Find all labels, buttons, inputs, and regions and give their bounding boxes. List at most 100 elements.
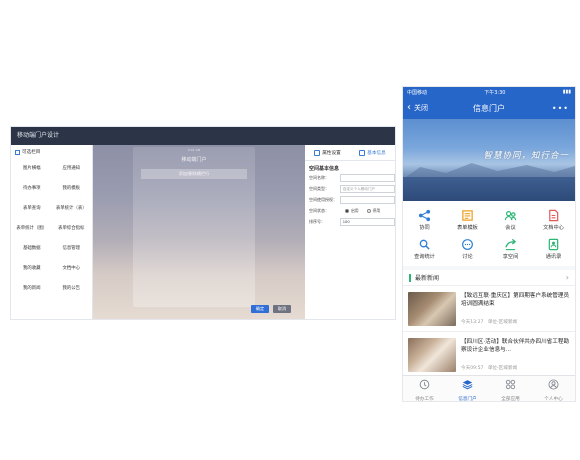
column-grid: 图片横幅 应用通知 待办事项 我的模板 表单查询 表单统计（表） 表单统计（图） 表单综合指标… xyxy=(11,155,92,295)
tab-apps[interactable]: 全部应用 xyxy=(489,376,532,401)
column-option[interactable]: 表单统计（图） xyxy=(13,223,51,235)
phone-status-bar: 中国移动 下午3:30 ▮▮▮ xyxy=(403,87,575,97)
portal-icon xyxy=(462,375,473,394)
tab-label: 信息门户 xyxy=(458,397,477,402)
document-icon xyxy=(547,208,561,222)
app-tile[interactable]: 文档中心 xyxy=(532,208,575,231)
battery-icon: ▮▮▮ xyxy=(562,89,571,95)
space-type-select[interactable]: 自定义个人移动门户 xyxy=(339,184,395,193)
auth-row: 空间使用授权： xyxy=(305,194,395,205)
column-option[interactable]: 表单统计（表） xyxy=(53,203,91,215)
app-tile[interactable]: 通讯录 xyxy=(532,237,575,260)
chevron-left-icon: ‹ xyxy=(407,102,411,113)
confirm-button[interactable]: 确定 xyxy=(251,305,269,313)
news-item[interactable]: 【致远互联·重庆区】第四期客户系统管理员培训圆满结束 今天13:27 单位-区域… xyxy=(403,286,575,332)
type-row: 空间类型： 自定义个人移动门户 xyxy=(305,183,395,194)
column-option[interactable]: 表单查询 xyxy=(13,203,51,215)
news-meta: 今天13:27 单位-区域新闻 xyxy=(461,319,570,325)
app-tile[interactable]: 表单模板 xyxy=(446,208,489,231)
status-disabled-radio[interactable]: 停用 xyxy=(366,208,380,214)
chevron-right-icon: › xyxy=(565,273,569,282)
more-icon[interactable]: ••• xyxy=(552,104,569,113)
todo-icon xyxy=(419,375,430,394)
news-list: 【致远互联·重庆区】第四期客户系统管理员培训圆满结束 今天13:27 单位-区域… xyxy=(403,286,575,378)
tab-basic-info[interactable]: 基本信息 xyxy=(350,149,395,156)
tab-label: 个人中心 xyxy=(544,397,563,402)
column-option[interactable]: 我的新闻 xyxy=(13,283,51,295)
status-radio-group: 启用 停用 xyxy=(345,208,380,214)
column-picker-heading: 可选栏目 xyxy=(11,145,92,155)
sort-input[interactable]: 100 xyxy=(339,217,395,226)
app-label: 通讯录 xyxy=(545,254,562,260)
tab-label: 待办工作 xyxy=(415,397,434,402)
app-label: 表单模板 xyxy=(457,225,478,231)
carrier-label: 中国移动 xyxy=(407,89,428,96)
news-section-header[interactable]: 最新新闻 › xyxy=(403,270,575,286)
banner-mountains xyxy=(403,163,575,179)
checkbox-icon xyxy=(15,149,20,155)
column-option[interactable]: 我的收藏 xyxy=(13,263,51,275)
app-label: 协同 xyxy=(419,225,430,231)
column-option[interactable]: 待办事项 xyxy=(13,183,51,195)
properties-tabs: 属性设置 基本信息 xyxy=(305,145,395,161)
tab-todo[interactable]: 待办工作 xyxy=(403,376,446,401)
radio-on-icon xyxy=(345,208,349,213)
preview-title: 移动端门户 xyxy=(181,157,207,163)
news-unit: 单位-区域新闻 xyxy=(487,320,518,325)
column-option[interactable]: 我的模板 xyxy=(53,183,91,195)
news-title: 【致远互联·重庆区】第四期客户系统管理员培训圆满结束 xyxy=(461,293,570,307)
space-name-input[interactable] xyxy=(339,173,395,182)
news-meta: 今天09:57 单位-区域新闻 xyxy=(461,365,570,371)
tab-label: 全部应用 xyxy=(501,397,520,402)
app-label: 查询统计 xyxy=(414,254,435,260)
space-auth-input[interactable] xyxy=(339,195,395,204)
news-title: 【四川区·活动】联合伙伴共办四川省工程勘察设计企业信息与... xyxy=(461,339,570,353)
user-icon xyxy=(548,375,559,394)
news-thumbnail xyxy=(408,338,456,372)
column-option[interactable]: 基础数据 xyxy=(13,243,51,255)
app-label: 享空间 xyxy=(502,254,519,260)
discussion-icon xyxy=(461,237,475,251)
navbar: ‹ 关闭 信息门户 ••• xyxy=(403,97,575,119)
banner-slogan: 智慧协同，知行合一 xyxy=(483,151,569,161)
app-tile[interactable]: 查询统计 xyxy=(403,237,446,260)
designer-title: 移动端门户设计 xyxy=(11,127,395,145)
properties-panel: 属性设置 基本信息 空间基本信息 空间名称： 空间类型： 自定义个人移动门户 空… xyxy=(305,145,395,319)
news-body: 【四川区·活动】联合伙伴共办四川省工程勘察设计企业信息与... 今天09:57 … xyxy=(461,338,570,371)
sort-row: 排序号： 100 xyxy=(305,216,395,227)
news-item[interactable]: 【四川区·活动】联合伙伴共办四川省工程勘察设计企业信息与... 今天09:57 … xyxy=(403,332,575,378)
news-thumbnail xyxy=(408,292,456,326)
column-option[interactable]: 表单综合指标 xyxy=(53,223,91,235)
news-body: 【致远互联·重庆区】第四期客户系统管理员培训圆满结束 今天13:27 单位-区域… xyxy=(461,292,570,325)
section-marker xyxy=(409,273,411,282)
edit-icon xyxy=(314,149,321,156)
news-unit: 单位-区域新闻 xyxy=(487,366,518,371)
status-enabled-radio[interactable]: 启用 xyxy=(345,208,359,214)
tab-user[interactable]: 个人中心 xyxy=(532,376,575,401)
add-row-bar[interactable]: 添加/删除横栏行 xyxy=(141,169,247,179)
form-template-icon xyxy=(461,208,475,222)
banner-image[interactable]: 智慧协同，知行合一 xyxy=(403,119,575,201)
column-picker-panel: 可选栏目 图片横幅 应用通知 待办事项 我的模板 表单查询 表单统计（表） 表单统计（图）表… xyxy=(11,145,93,319)
design-canvas[interactable]: 9:41 AM 移动端门户 添加/删除横栏行 确定 取消 xyxy=(93,145,305,319)
contacts-icon xyxy=(547,237,561,251)
app-label: 会议 xyxy=(505,225,516,231)
column-option[interactable]: 应用通知 xyxy=(53,163,91,175)
share-space-icon xyxy=(504,237,518,251)
query-icon xyxy=(418,237,432,251)
app-tile[interactable]: 讨论 xyxy=(446,237,489,260)
app-tile[interactable]: 协同 xyxy=(403,208,446,231)
close-button[interactable]: ‹ 关闭 xyxy=(407,103,428,113)
column-option[interactable]: 文档中心 xyxy=(53,263,91,275)
tab-properties[interactable]: 属性设置 xyxy=(305,149,350,156)
app-tile[interactable]: 享空间 xyxy=(489,237,532,260)
column-option[interactable]: 图片横幅 xyxy=(13,163,51,175)
mobile-portal-screen: 中国移动 下午3:30 ▮▮▮ ‹ 关闭 信息门户 ••• 智慧协同，知行合一 … xyxy=(402,86,576,402)
column-option[interactable]: 信息管理 xyxy=(53,243,91,255)
tab-portal[interactable]: 信息门户 xyxy=(446,376,489,401)
app-tile[interactable]: 会议 xyxy=(489,208,532,231)
news-time: 今天09:57 xyxy=(461,366,484,371)
column-option[interactable]: 我的公告 xyxy=(53,283,91,295)
cancel-button[interactable]: 取消 xyxy=(273,305,291,313)
name-row: 空间名称： xyxy=(305,172,395,183)
